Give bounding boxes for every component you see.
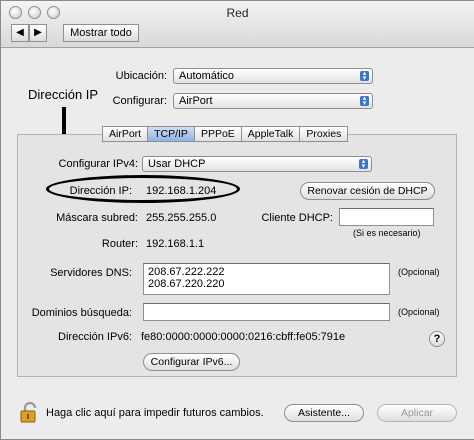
assistant-button[interactable]: Asistente... bbox=[284, 404, 364, 422]
subnet-label: Máscara subred: bbox=[56, 212, 138, 224]
configure-popup[interactable]: AirPort ▴ ▾ bbox=[173, 93, 373, 109]
search-domains-input[interactable] bbox=[143, 303, 390, 321]
configure-value: AirPort bbox=[179, 95, 213, 107]
apply-button[interactable]: Aplicar bbox=[377, 404, 457, 422]
router-label: Router: bbox=[101, 238, 138, 250]
back-arrow-icon: ◀ bbox=[16, 27, 24, 38]
chevron-updown-icon: ▴ ▾ bbox=[360, 70, 369, 82]
ipv4-label: Configurar IPv4: bbox=[58, 158, 138, 170]
tab-proxies[interactable]: Proxies bbox=[299, 126, 349, 142]
chevron-updown-icon: ▴ ▾ bbox=[359, 158, 368, 170]
tab-pppoe[interactable]: PPPoE bbox=[193, 126, 242, 142]
tab-bar: AirPort TCP/IP PPPoE AppleTalk Proxies bbox=[102, 126, 349, 142]
ip-label: Dirección IP: bbox=[69, 185, 132, 197]
back-button[interactable]: ◀ bbox=[11, 24, 29, 42]
ipv4-popup[interactable]: Usar DHCP ▴ ▾ bbox=[142, 156, 372, 172]
tab-appletalk[interactable]: AppleTalk bbox=[240, 126, 301, 142]
dns-server-2: 208.67.220.220 bbox=[148, 278, 225, 290]
dns-hint: (Opcional) bbox=[398, 267, 440, 277]
question-mark-icon: ? bbox=[433, 333, 441, 345]
help-button[interactable]: ? bbox=[429, 331, 445, 347]
ipv4-value: Usar DHCP bbox=[148, 158, 206, 170]
ipv6-value: fe80:0000:0000:0000:0216:cbff:fe05:791e bbox=[141, 331, 346, 343]
annotation-label: Dirección IP bbox=[28, 87, 99, 102]
title-bar: Red ◀ ▶ Mostrar todo bbox=[1, 1, 474, 48]
tab-tcpip[interactable]: TCP/IP bbox=[147, 126, 195, 142]
location-label: Ubicación: bbox=[115, 70, 167, 82]
chevron-updown-icon: ▴ ▾ bbox=[360, 95, 369, 107]
client-hint: (Si es necesario) bbox=[353, 228, 421, 238]
subnet-value: 255.255.255.0 bbox=[146, 212, 217, 224]
renew-dhcp-button[interactable]: Renovar cesión de DHCP bbox=[300, 182, 435, 200]
lock-text: Haga clic aquí para impedir futuros camb… bbox=[46, 407, 264, 419]
window: Red ◀ ▶ Mostrar todo Ubicación: Automáti… bbox=[0, 0, 474, 440]
configure-ipv6-button[interactable]: Configurar IPv6... bbox=[143, 353, 240, 371]
dns-field[interactable]: 208.67.222.222 208.67.220.220 bbox=[143, 263, 390, 295]
search-domains-hint: (Opcional) bbox=[398, 307, 440, 317]
ip-value: 192.168.1.204 bbox=[146, 185, 217, 197]
client-input[interactable] bbox=[339, 208, 434, 226]
tab-airport[interactable]: AirPort bbox=[102, 126, 149, 142]
show-all-button[interactable]: Mostrar todo bbox=[63, 24, 139, 42]
router-value: 192.168.1.1 bbox=[146, 238, 205, 250]
window-title: Red bbox=[226, 6, 249, 20]
location-value: Automático bbox=[179, 70, 235, 82]
search-domains-label: Dominios búsqueda: bbox=[31, 307, 132, 319]
forward-arrow-icon: ▶ bbox=[34, 27, 42, 38]
location-popup[interactable]: Automático ▴ ▾ bbox=[173, 68, 373, 84]
ipv6-label: Dirección IPv6: bbox=[58, 331, 132, 343]
client-label: Cliente DHCP: bbox=[261, 212, 333, 224]
forward-button[interactable]: ▶ bbox=[29, 24, 47, 42]
dns-label: Servidores DNS: bbox=[50, 267, 132, 279]
lock-icon[interactable] bbox=[19, 401, 41, 423]
dns-server-1: 208.67.222.222 bbox=[148, 266, 225, 278]
